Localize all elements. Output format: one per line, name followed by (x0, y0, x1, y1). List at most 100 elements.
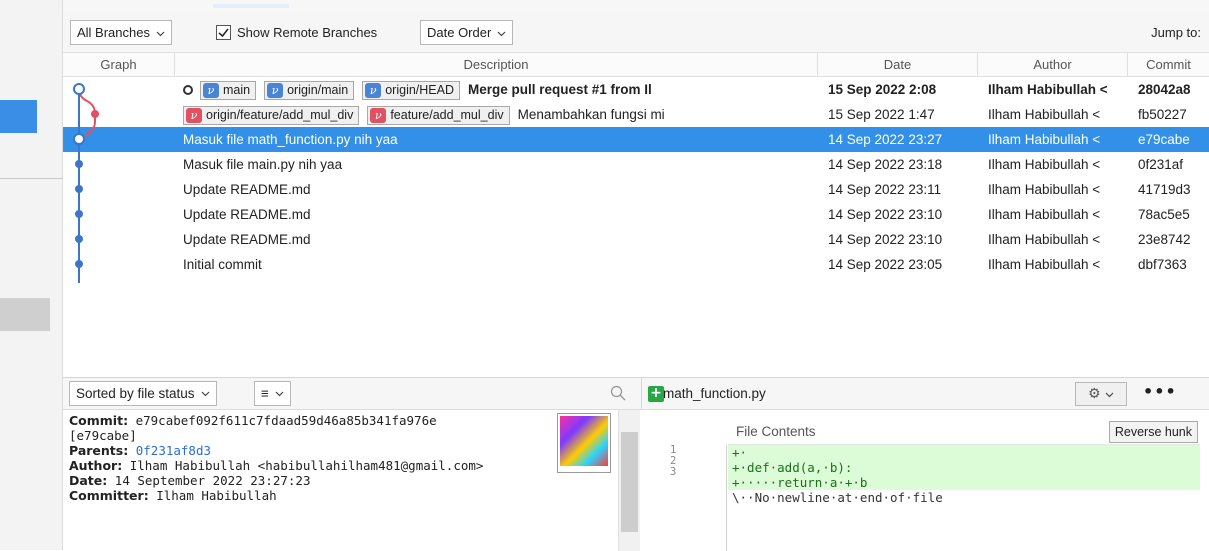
commit-message: Update README.md (183, 182, 311, 197)
chevron-down-icon (497, 21, 506, 44)
commit-message: Menambahkan fungsi mi (517, 107, 665, 122)
reverse-hunk-button[interactable]: Reverse hunk (1108, 421, 1198, 443)
parents-label: Parents: (69, 443, 129, 458)
branch-icon: ν (203, 82, 219, 98)
checkmark-icon (218, 28, 229, 38)
graph-node (75, 210, 83, 218)
graph-node (75, 185, 83, 193)
tab-strip (63, 0, 1209, 12)
line-number: 3 (670, 466, 677, 478)
commit-row[interactable]: ν origin/feature/add_mul_div ν feature/add_… (63, 102, 1209, 127)
search-icon[interactable] (610, 385, 626, 401)
commit-label: Commit: (69, 413, 129, 428)
diff-file-name: math_function.py (663, 386, 766, 401)
commit-description: ν main ν origin/main ν origin/HEAD Merge pull … (183, 77, 652, 102)
branches-dropdown[interactable]: All Branches (70, 20, 172, 45)
sort-dropdown[interactable]: Sorted by file status (69, 381, 217, 406)
column-author[interactable]: Author (978, 53, 1128, 77)
scrollbar-thumb[interactable] (621, 432, 638, 532)
history-toolbar: All Branches Show Remote Branches Date O… (63, 12, 1209, 52)
sidebar-item[interactable] (0, 298, 50, 331)
column-date[interactable]: Date (818, 53, 978, 77)
commit-row[interactable]: Update README.md 14 Sep 2022 23:11 Ilham H… (63, 177, 1209, 202)
details-scrollbar[interactable] (618, 410, 640, 551)
commit-date: 15 Sep 2022 2:08 (828, 82, 937, 97)
commit-message: Initial commit (183, 257, 262, 272)
diff-code: +· +·def·add(a,·b): +·····return·a·+·b \··N… (728, 445, 1200, 505)
date-value: 14 September 2022 23:27:23 (114, 473, 311, 488)
line-number: 1 (670, 444, 677, 456)
hunk-header: File Contents Reverse hunk (728, 419, 1200, 445)
branches-dropdown-label: All Branches (77, 25, 150, 40)
added-line: +·····return·a·+·b (728, 475, 1200, 490)
column-graph[interactable]: Graph (63, 53, 175, 77)
more-options-icon[interactable]: ••• (1143, 382, 1177, 401)
commit-hash: 41719d3 (1138, 182, 1191, 197)
committer-label: Committer: (69, 488, 149, 503)
line-number-gutter: 123 (641, 445, 727, 551)
commit-row[interactable]: Update README.md 14 Sep 2022 23:10 Ilham H… (63, 202, 1209, 227)
commit-row[interactable]: Update README.md 14 Sep 2022 23:10 Ilham H… (63, 227, 1209, 252)
branch-label[interactable]: ν feature/add_mul_div (367, 105, 510, 125)
file-added-icon: + (648, 386, 664, 402)
commit-author: Ilham Habibullah < (988, 232, 1101, 247)
column-description[interactable]: Description (175, 53, 818, 77)
sidebar-selected-item[interactable] (0, 100, 37, 133)
column-commit[interactable]: Commit (1128, 53, 1209, 77)
commit-message: Merge pull request #1 from Il (468, 82, 652, 97)
commit-message: Update README.md (183, 207, 311, 222)
graph-node-selected (73, 133, 85, 145)
graph-node-feature (91, 110, 99, 118)
commit-hash: e79cabef092f611c7fdaad59d46a85b341fa976e (135, 413, 437, 428)
commit-row[interactable]: Masuk file math_function.py nih yaa 14 Se… (63, 127, 1209, 152)
commit-row[interactable]: ν main ν origin/main ν origin/HEAD Merge pull … (63, 77, 1209, 102)
graph-node (75, 235, 83, 243)
sidebar (0, 0, 63, 550)
chevron-down-icon (156, 21, 165, 44)
branch-name: origin/HEAD (385, 82, 455, 97)
view-mode-dropdown[interactable]: ≡ (254, 381, 291, 406)
added-line: +· (728, 445, 1200, 460)
commit-short-hash: [e79cabe] (69, 428, 137, 443)
commit-message: Masuk file math_function.py nih yaa (183, 132, 398, 147)
committer-value: Ilham Habibullah (156, 488, 277, 503)
commit-row[interactable]: Initial commit 14 Sep 2022 23:05 Ilham Hab… (63, 252, 1209, 277)
commit-description: Update README.md (183, 177, 311, 202)
line-number: 2 (670, 455, 677, 467)
commit-message: Update README.md (183, 232, 311, 247)
show-remote-checkbox[interactable] (216, 25, 231, 40)
branch-icon: ν (267, 82, 284, 98)
commit-author: Ilham Habibullah < (988, 82, 1108, 97)
branch-name: main (223, 82, 251, 97)
diff-line: \··No·newline·at·end·of·file (732, 490, 943, 505)
show-remote-label[interactable]: Show Remote Branches (237, 25, 377, 40)
sort-dropdown-label: Sorted by file status (76, 386, 195, 401)
branch-label[interactable]: ν origin/feature/add_mul_div (183, 105, 360, 125)
commit-description: Masuk file math_function.py nih yaa (183, 127, 398, 152)
order-dropdown[interactable]: Date Order (420, 20, 514, 45)
bottom-panes: Sorted by file status ≡ + math_function.… (63, 377, 1209, 551)
branch-label[interactable]: ν origin/main (264, 80, 355, 100)
commit-author: Ilham Habibullah < (988, 157, 1101, 172)
diff-settings-button[interactable]: ⚙ (1075, 382, 1127, 406)
commit-description: Update README.md (183, 227, 311, 252)
commit-list: ν main ν origin/main ν origin/HEAD Merge pull … (63, 77, 1209, 377)
commit-author: Ilham Habibullah < (988, 257, 1101, 272)
commit-author: Ilham Habibullah < (988, 182, 1101, 197)
files-toolbar: Sorted by file status ≡ (63, 378, 641, 410)
active-tab-marker (213, 4, 289, 8)
commit-author: Ilham Habibullah < (988, 132, 1101, 147)
jump-to-label[interactable]: Jump to: (1151, 25, 1201, 40)
branch-label[interactable]: ν origin/HEAD (362, 80, 461, 100)
list-icon: ≡ (261, 386, 269, 401)
commit-row[interactable]: Masuk file main.py nih yaa 14 Sep 2022 23… (63, 152, 1209, 177)
commit-hash: 28042a8 (1138, 82, 1191, 97)
commit-date: 14 Sep 2022 23:11 (828, 182, 942, 197)
parent-link[interactable]: 0f231af8d3 (136, 443, 211, 458)
commit-date: 15 Sep 2022 1:47 (828, 107, 935, 122)
branch-name: origin/main (287, 82, 349, 97)
branch-label[interactable]: ν main (200, 80, 257, 100)
order-dropdown-label: Date Order (427, 25, 492, 40)
commit-description: Masuk file main.py nih yaa (183, 152, 342, 177)
commit-date: 14 Sep 2022 23:05 (828, 257, 943, 272)
